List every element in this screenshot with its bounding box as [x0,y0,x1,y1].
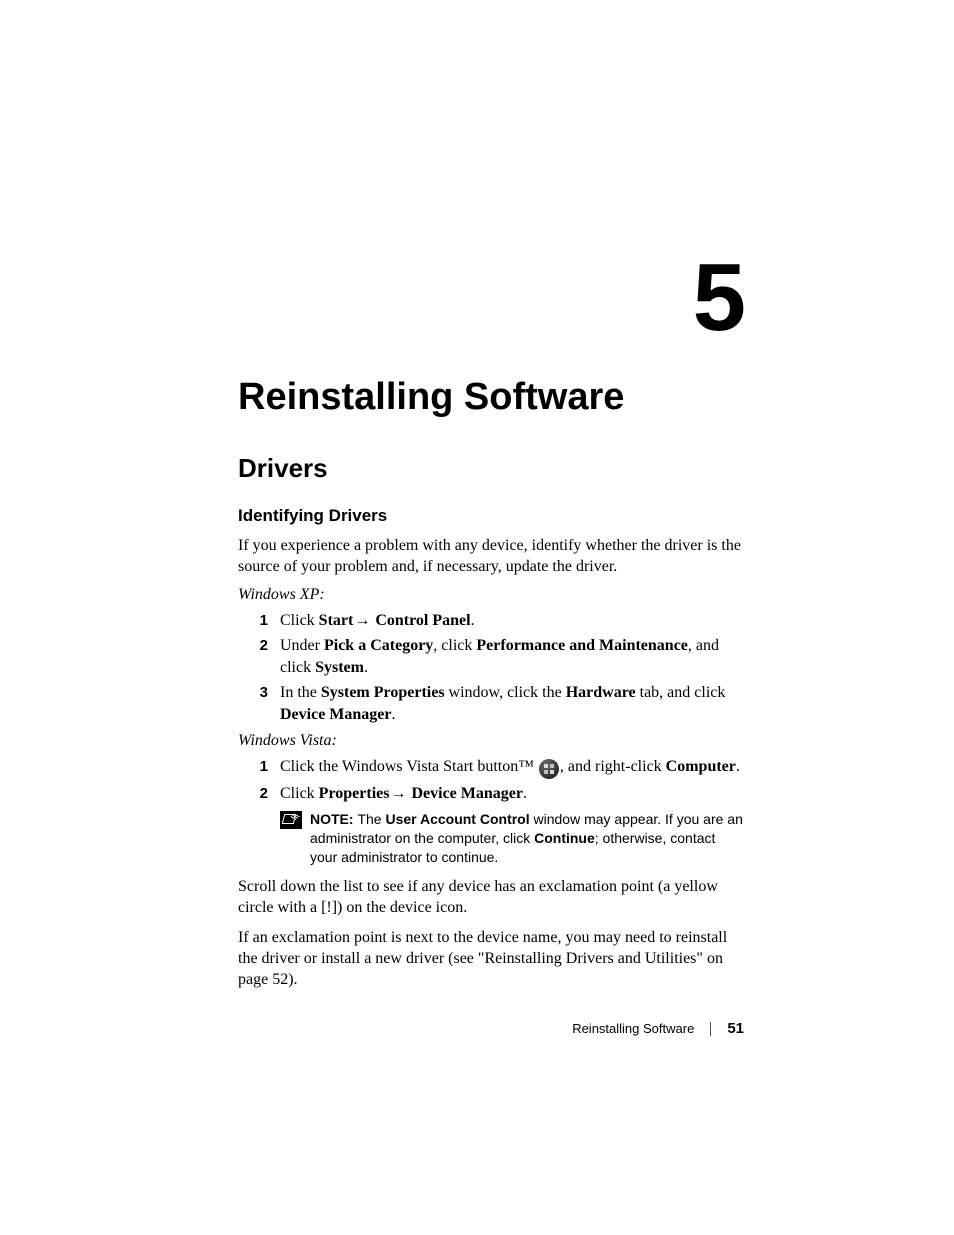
bold-term: User Account Control [385,811,529,827]
text-run: . [364,659,368,676]
text-run: , and right-click [560,758,666,775]
list-item: 1 Click the Windows Vista Start button™ … [238,756,744,779]
text-run: The [357,811,385,827]
bold-term: System [315,659,364,676]
page-footer: Reinstalling Software 51 [572,1020,744,1037]
text-run: . [736,758,740,775]
list-item: 1 Click Start→ Control Panel. [238,610,744,632]
text-run: Click the Windows Vista Start button™ [280,758,538,775]
step-number: 1 [238,610,280,631]
vista-steps-list: 1 Click the Windows Vista Start button™ … [238,756,744,805]
note-callout: NOTE: The User Account Control window ma… [280,810,744,867]
bold-term: Computer [666,758,736,775]
bold-term: Continue [534,830,595,846]
bold-term: System Properties [321,684,445,701]
text-run: Click [280,785,319,802]
page-number: 51 [727,1020,744,1037]
body-paragraph: Scroll down the list to see if any devic… [238,877,744,919]
arrow-glyph: → [353,612,375,629]
bold-term: Start [319,612,354,629]
subsection-heading-identifying: Identifying Drivers [238,506,744,526]
footer-separator [710,1022,711,1036]
chapter-number: 5 [238,250,744,346]
bold-term: Performance and Maintenance [476,637,688,654]
text-run: window, click the [445,684,566,701]
text-run: tab, and click [636,684,726,701]
bold-term: Hardware [566,684,636,701]
text-run: Under [280,637,324,654]
text-run: Click [280,612,319,629]
document-page: 5 Reinstalling Software Drivers Identify… [0,0,954,1235]
list-item: 3 In the System Properties window, click… [238,682,744,725]
footer-section-name: Reinstalling Software [572,1021,694,1036]
text-run: . [523,785,527,802]
bold-term: Device Manager [411,785,523,802]
step-number: 1 [238,756,280,777]
chapter-title: Reinstalling Software [238,376,744,419]
xp-steps-list: 1 Click Start→ Control Panel. 2 Under Pi… [238,610,744,726]
bold-term: Pick a Category [324,637,433,654]
step-number: 3 [238,682,280,703]
section-heading-drivers: Drivers [238,453,744,484]
text-run: . [471,612,475,629]
os-label-vista: Windows Vista: [238,732,744,750]
os-label-xp: Windows XP: [238,586,744,604]
windows-vista-start-icon [539,759,559,779]
arrow-glyph: → [389,785,411,802]
note-label: NOTE: [310,811,357,827]
bold-term: Control Panel [375,612,470,629]
step-number: 2 [238,635,280,656]
text-run: , click [433,637,476,654]
list-item: 2 Under Pick a Category, click Performan… [238,635,744,678]
bold-term: Device Manager [280,706,392,723]
note-icon [280,811,302,829]
text-run: . [392,706,396,723]
text-run: In the [280,684,321,701]
list-item: 2 Click Properties→ Device Manager. [238,783,744,805]
body-paragraph: If an exclamation point is next to the d… [238,928,744,990]
bold-term: Properties [319,785,390,802]
step-number: 2 [238,783,280,804]
intro-paragraph: If you experience a problem with any dev… [238,536,744,578]
